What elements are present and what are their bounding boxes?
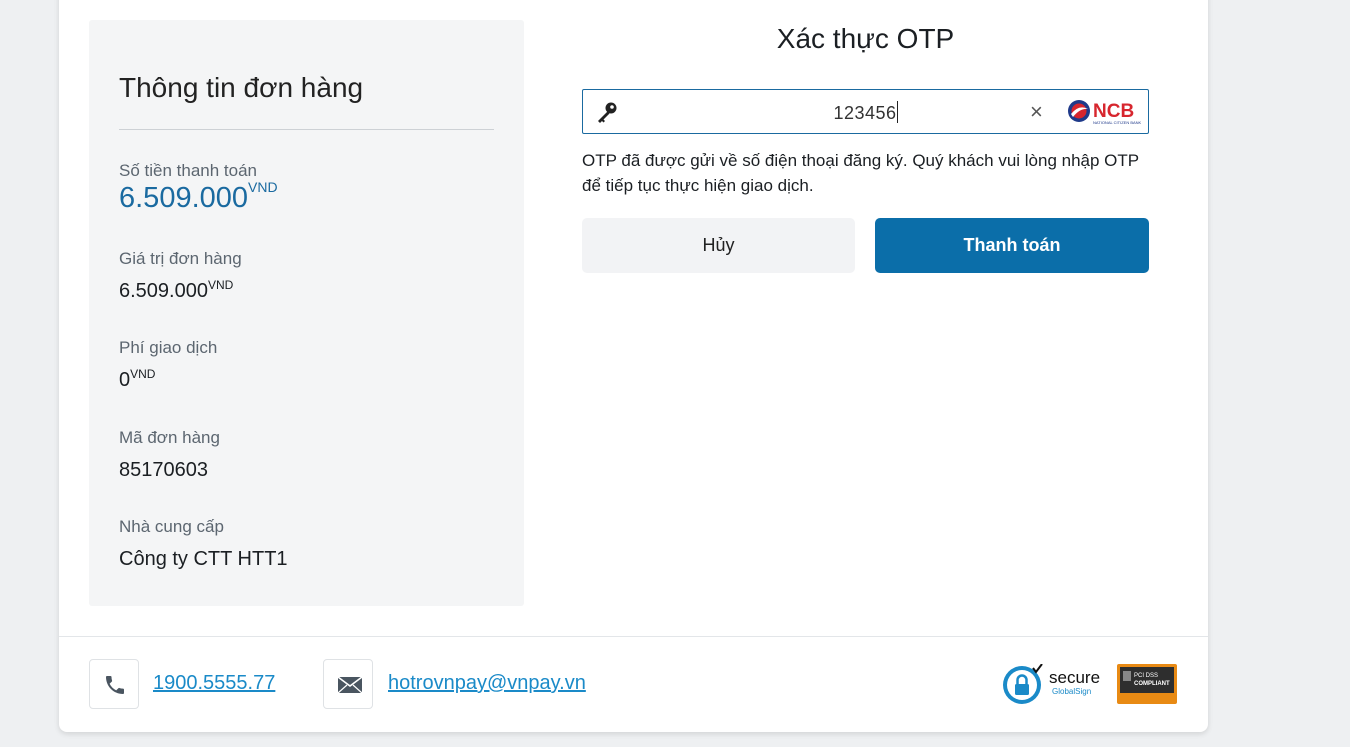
order-id-label: Mã đơn hàng xyxy=(119,428,220,447)
payment-card: Thông tin đơn hàng Số tiền thanh toán 6.… xyxy=(59,0,1208,732)
pci-dss-badge: PCI DSS COMPLIANT xyxy=(1117,664,1177,704)
clear-icon[interactable]: × xyxy=(1030,101,1043,123)
svg-text:PCI DSS: PCI DSS xyxy=(1134,673,1158,679)
order-value-label: Giá trị đơn hàng xyxy=(119,249,242,268)
svg-text:NATIONAL CITIZEN BANK: NATIONAL CITIZEN BANK xyxy=(1093,120,1142,125)
mail-icon xyxy=(337,676,363,694)
svg-text:NCB: NCB xyxy=(1093,101,1134,122)
email-icon-box[interactable] xyxy=(323,659,373,709)
otp-input[interactable]: 123456 × NCB NATIONAL CITIZEN BANK xyxy=(582,89,1149,134)
cancel-button[interactable]: Hủy xyxy=(582,218,855,273)
phone-icon-box[interactable] xyxy=(89,659,139,709)
otp-value[interactable]: 123456 xyxy=(583,101,1148,124)
order-info-panel: Thông tin đơn hàng Số tiền thanh toán 6.… xyxy=(89,20,524,606)
text-caret xyxy=(896,101,898,123)
ncb-bank-logo: NCB NATIONAL CITIZEN BANK xyxy=(1068,100,1142,125)
order-id-value: 85170603 xyxy=(119,459,208,481)
svg-text:COMPLIANT: COMPLIANT xyxy=(1134,681,1170,687)
provider-value: Công ty CTT HTT1 xyxy=(119,548,288,570)
svg-text:secure: secure xyxy=(1049,668,1100,687)
otp-title: Xác thực OTP xyxy=(776,23,955,54)
phone-link[interactable]: 1900.5555.77 xyxy=(153,672,275,695)
email-link[interactable]: hotrovnpay@vnpay.vn xyxy=(388,672,586,695)
phone-icon xyxy=(106,676,124,694)
amount-value: 6.509.000VND xyxy=(119,179,278,214)
amount-label: Số tiền thanh toán xyxy=(119,161,258,180)
footer-divider xyxy=(59,636,1208,637)
order-value: 6.509.000VND xyxy=(119,278,234,302)
provider-label: Nhà cung cấp xyxy=(119,517,224,536)
otp-instructions: OTP đã được gửi về số điện thoại đăng ký… xyxy=(582,151,1139,195)
fee-value: 0VND xyxy=(119,367,156,391)
globalsign-secure-badge: secure GlobalSign xyxy=(1003,664,1100,704)
order-info-title: Thông tin đơn hàng xyxy=(119,72,364,103)
pay-button[interactable]: Thanh toán xyxy=(875,218,1149,273)
svg-text:GlobalSign: GlobalSign xyxy=(1052,687,1091,696)
divider xyxy=(119,129,494,130)
fee-label: Phí giao dịch xyxy=(119,338,218,357)
